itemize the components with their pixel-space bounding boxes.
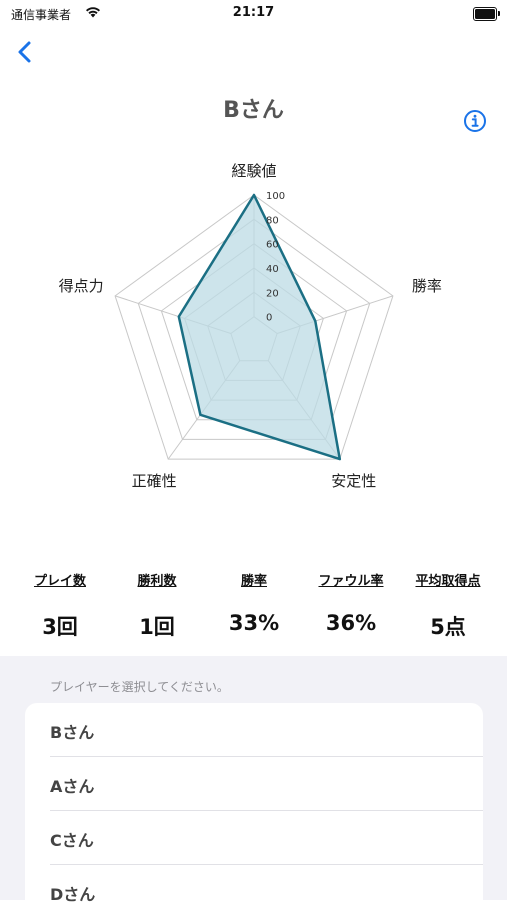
stat-value: 36% [325, 611, 377, 635]
back-button[interactable] [10, 36, 42, 68]
status-bar: 通信事業者 21:17 [0, 0, 507, 30]
stat-label: 平均取得点 [415, 574, 481, 589]
stat-label: 勝利数 [137, 574, 177, 589]
stat-wins: 勝利数 1回 [109, 570, 205, 641]
player-item[interactable]: Cさん [25, 811, 483, 865]
stat-label: プレイ数 [33, 574, 86, 589]
stat-average-score: 平均取得点 5点 [400, 570, 496, 641]
player-name: Dさん [50, 885, 96, 904]
radar-scale-label: 100 [266, 191, 285, 202]
stat-label: ファウル率 [318, 574, 384, 589]
player-list: Bさん Aさん Cさん Dさん [25, 703, 483, 923]
radar-scale-label: 60 [266, 240, 279, 251]
radar-chart: 0 20 40 60 80 100 経験値勝率安定性 正確性 得点力 [59, 162, 442, 490]
radar-axis-label: 勝率 [412, 277, 442, 295]
radar-scale-label: 80 [266, 215, 279, 226]
stat-value: 1回 [139, 615, 175, 639]
radar-axis-label: 経験値 [231, 162, 276, 180]
page-title: Bさん [223, 98, 284, 123]
stat-value: 33% [228, 611, 280, 635]
picker-hint: プレイヤーを選択してください。 [50, 680, 229, 694]
stat-win-rate: 勝率 33% [206, 570, 302, 635]
stat-value: 3回 [42, 615, 78, 639]
radar-scale-label: 40 [266, 264, 279, 275]
stat-plays: プレイ数 3回 [12, 570, 108, 641]
info-icon[interactable] [462, 108, 488, 134]
player-name: Cさん [50, 831, 94, 850]
player-name: Bさん [50, 723, 95, 742]
player-name: Aさん [50, 777, 95, 796]
radar-scale-label: 0 [266, 313, 272, 324]
stats-row: プレイ数 3回 勝利数 1回 勝率 33% ファウル率 36% 平均取得点 5点 [0, 570, 507, 650]
battery-icon [473, 7, 500, 21]
stat-foul-rate: ファウル率 36% [303, 570, 399, 635]
player-picker: プレイヤーを選択してください。 Bさん Aさん Cさん Dさん [0, 656, 507, 923]
player-item[interactable]: Bさん [25, 703, 483, 757]
radar-axis-label: 正確性 [132, 472, 177, 490]
player-item[interactable]: Aさん [25, 757, 483, 811]
stat-label: 勝率 [240, 574, 267, 589]
radar-axis-label: 安定性 [331, 472, 376, 490]
player-item[interactable]: Dさん [25, 865, 483, 919]
stat-value: 5点 [430, 615, 466, 639]
radar-scale-label: 20 [266, 288, 279, 299]
radar-axis-label: 得点力 [59, 277, 104, 295]
status-time: 21:17 [232, 5, 275, 20]
